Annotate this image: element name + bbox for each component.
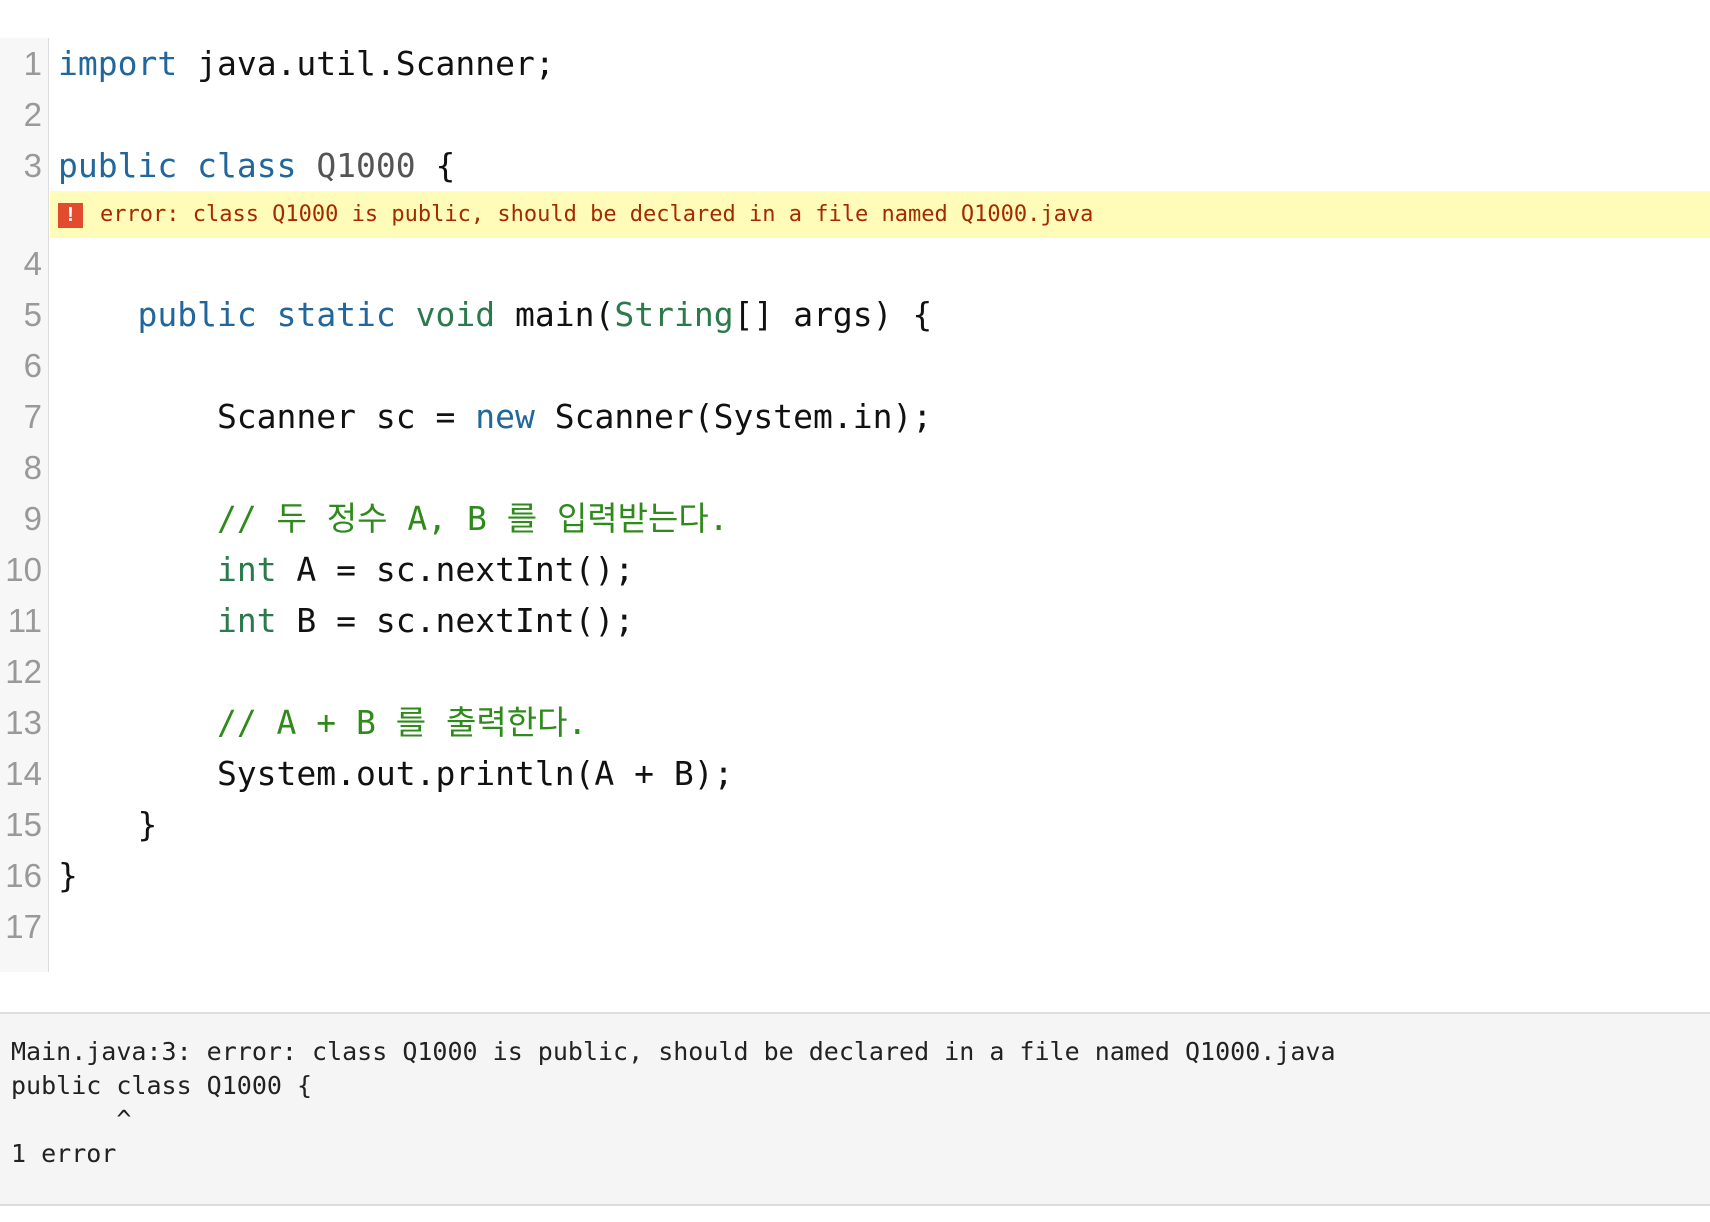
code-token: A = sc.nextInt(); — [276, 550, 635, 589]
line-source[interactable]: int A = sc.nextInt(); — [58, 544, 634, 595]
line-number: 2 — [23, 96, 42, 133]
code-token-kw: new — [475, 397, 535, 436]
code-token-kw: public — [137, 295, 257, 334]
code-token: B = sc.nextInt(); — [276, 601, 635, 640]
line-number: 11 — [7, 602, 42, 639]
line-number: 8 — [23, 449, 42, 486]
code-token: } — [58, 805, 158, 844]
line-source[interactable]: public class Q1000 { — [58, 140, 455, 191]
code-line[interactable]: 1 import java.util.Scanner; — [0, 38, 1710, 89]
compiler-output-panel: Main.java:3: error: class Q1000 is publi… — [0, 1012, 1710, 1206]
console-line: ^ — [11, 1105, 132, 1134]
code-line[interactable]: 11 int B = sc.nextInt(); — [0, 595, 1710, 646]
line-source[interactable]: import java.util.Scanner; — [58, 38, 555, 89]
code-token: System.out.println(A + B); — [58, 754, 734, 793]
code-line[interactable]: 3 public class Q1000 { — [0, 140, 1710, 191]
console-line: Main.java:3: error: class Q1000 is publi… — [11, 1037, 1336, 1066]
line-source[interactable]: public static void main(String[] args) { — [58, 289, 932, 340]
line-number: 3 — [23, 147, 42, 184]
line-number: 7 — [23, 398, 42, 435]
line-number: 12 — [5, 653, 42, 690]
line-source[interactable]: // 두 정수 A, B 를 입력받는다. — [58, 493, 729, 544]
line-source[interactable]: int B = sc.nextInt(); — [58, 595, 634, 646]
line-source[interactable]: System.out.println(A + B); — [58, 748, 734, 799]
line-number: 6 — [23, 347, 42, 384]
line-number: 10 — [5, 551, 42, 588]
code-line[interactable]: 12 — [0, 646, 1710, 697]
code-token: } — [58, 856, 78, 895]
line-number: 17 — [5, 908, 42, 945]
code-line[interactable]: 16} — [0, 850, 1710, 901]
line-number: 1 — [23, 45, 42, 82]
code-editor[interactable]: 1 import java.util.Scanner; 2 3 public class… — [0, 38, 1710, 972]
code-line[interactable]: 8 — [0, 442, 1710, 493]
code-line[interactable]: 5 public static void main(String[] args)… — [0, 289, 1710, 340]
inline-error-widget: ! error: class Q1000 is public, should be… — [50, 191, 1710, 238]
code-line[interactable]: 15 } — [0, 799, 1710, 850]
line-number: 13 — [5, 704, 42, 741]
line-number: 9 — [23, 500, 42, 537]
line-source[interactable]: // A + B 를 출력한다. — [58, 697, 587, 748]
line-source[interactable]: Scanner sc = new Scanner(System.in); — [58, 391, 932, 442]
line-number: 16 — [5, 857, 42, 894]
code-line[interactable]: 4 — [0, 238, 1710, 289]
code-comment: // 두 정수 A, B 를 입력받는다. — [216, 499, 729, 538]
line-number: 15 — [5, 806, 42, 843]
code-token-ty: void — [415, 295, 496, 334]
code-token-kw: public — [58, 146, 178, 185]
line-source[interactable]: } — [58, 850, 78, 901]
line-number: 4 — [23, 245, 42, 282]
code-token-kw: static — [276, 295, 396, 334]
code-line[interactable]: 10 int A = sc.nextInt(); — [0, 544, 1710, 595]
code-line[interactable]: 9 // 두 정수 A, B 를 입력받는다. — [0, 493, 1710, 544]
code-line[interactable]: 6 — [0, 340, 1710, 391]
code-line[interactable]: 17 — [0, 901, 1710, 952]
console-line: 1 error — [11, 1139, 117, 1168]
code-token: Scanner sc = — [58, 397, 476, 436]
code-line[interactable]: 14 System.out.println(A + B); — [0, 748, 1710, 799]
code-token: [] args) { — [733, 295, 933, 334]
code-token-ty: String — [614, 295, 734, 334]
code-token: java.util.Scanner; — [177, 44, 555, 83]
code-line[interactable]: 7 Scanner sc = new Scanner(System.in); — [0, 391, 1710, 442]
console-line: public class Q1000 { — [11, 1071, 313, 1100]
error-icon: ! — [58, 203, 83, 228]
code-token-cls: Q1000 — [316, 146, 416, 185]
code-line[interactable]: 13 // A + B 를 출력한다. — [0, 697, 1710, 748]
line-number: 5 — [23, 296, 42, 333]
code-token: { — [415, 146, 456, 185]
code-token-kw: class — [197, 146, 297, 185]
code-token-kw: import — [58, 44, 178, 83]
code-token-ty: int — [216, 601, 277, 640]
inline-error-message: error: class Q1000 is public, should be … — [100, 202, 1094, 227]
code-line[interactable]: 2 — [0, 89, 1710, 140]
line-number: 14 — [5, 755, 42, 792]
code-token-ty: int — [216, 550, 277, 589]
code-area[interactable]: 1 import java.util.Scanner; 2 3 public class… — [0, 38, 1710, 952]
code-token: Scanner(System.in); — [534, 397, 933, 436]
code-token: main( — [495, 295, 615, 334]
line-source[interactable]: } — [58, 799, 157, 850]
code-comment: // A + B 를 출력한다. — [216, 703, 588, 742]
